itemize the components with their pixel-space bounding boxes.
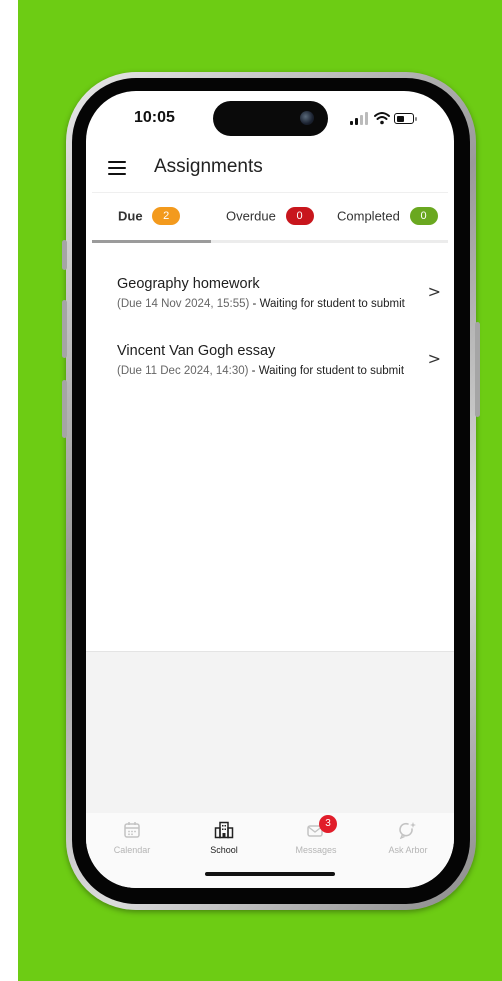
tab-label: Completed <box>337 208 400 224</box>
tab-label: Due <box>118 208 143 224</box>
completed-count-badge: 0 <box>409 207 438 225</box>
nav-messages[interactable]: 3 Messages <box>281 815 351 855</box>
chevron-right-icon: > <box>427 349 441 368</box>
nav-label: Calendar <box>113 845 151 855</box>
tab-completed[interactable]: Completed 0 <box>337 207 438 229</box>
signal-bar-icon <box>350 121 353 125</box>
power-button <box>475 322 480 417</box>
due-count-badge: 2 <box>152 207 181 225</box>
battery-icon <box>394 113 414 124</box>
mute-switch <box>62 240 67 270</box>
volume-up-button <box>62 300 67 358</box>
tab-label: Overdue <box>226 208 276 224</box>
assignment-tabs: Due 2 Overdue 0 Completed 0 <box>92 192 448 243</box>
calendar-icon <box>124 822 140 838</box>
status-icons <box>350 109 430 129</box>
assignment-title: Geography homework <box>117 276 260 292</box>
empty-area <box>86 651 454 814</box>
phone-screen: 10:05 Assignments Due 2 Overdue 0 Comple… <box>86 91 454 888</box>
assignment-item[interactable]: Geography homework (Due 14 Nov 2024, 15:… <box>117 276 447 326</box>
page-title: Assignments <box>154 156 263 177</box>
signal-bar-icon <box>355 118 358 125</box>
signal-bar-icon <box>365 112 368 125</box>
wifi-icon <box>374 112 390 125</box>
assignment-item[interactable]: Vincent Van Gogh essay (Due 11 Dec 2024,… <box>117 343 447 393</box>
school-building-icon <box>214 821 234 839</box>
ask-arbor-icon <box>399 822 416 839</box>
hamburger-menu-icon[interactable] <box>108 161 126 176</box>
assignment-details: (Due 11 Dec 2024, 14:30) - Waiting for s… <box>117 365 404 377</box>
tab-divider <box>211 240 448 243</box>
assignment-status: - Waiting for student to submit <box>248 365 405 377</box>
dynamic-island <box>213 101 328 136</box>
due-date: (Due 14 Nov 2024, 15:55) <box>117 298 250 310</box>
tab-due[interactable]: Due 2 <box>118 207 181 229</box>
chevron-right-icon: > <box>427 282 441 301</box>
battery-tip <box>415 117 417 121</box>
home-indicator <box>205 872 335 876</box>
assignment-status: - Waiting for student to submit <box>249 298 405 310</box>
assignment-title: Vincent Van Gogh essay <box>117 343 276 359</box>
nav-label: School <box>210 845 238 855</box>
bottom-navigation: Calendar School 3 Messages Ask Arbor <box>86 813 454 888</box>
due-date: (Due 11 Dec 2024, 14:30) <box>117 365 249 377</box>
assignment-details: (Due 14 Nov 2024, 15:55) - Waiting for s… <box>117 298 405 310</box>
tab-overdue[interactable]: Overdue 0 <box>226 207 314 229</box>
signal-bar-icon <box>360 115 363 125</box>
active-tab-indicator <box>92 240 211 243</box>
status-time: 10:05 <box>134 109 175 126</box>
nav-label: Messages <box>295 845 337 855</box>
overdue-count-badge: 0 <box>285 207 314 225</box>
nav-school[interactable]: School <box>189 821 259 855</box>
nav-calendar[interactable]: Calendar <box>97 821 167 855</box>
nav-ask-arbor[interactable]: Ask Arbor <box>373 821 443 855</box>
camera-icon <box>300 111 314 125</box>
nav-label: Ask Arbor <box>388 845 428 855</box>
messages-count-badge: 3 <box>319 815 337 833</box>
app-header: Assignments <box>86 146 454 192</box>
volume-down-button <box>62 380 67 438</box>
